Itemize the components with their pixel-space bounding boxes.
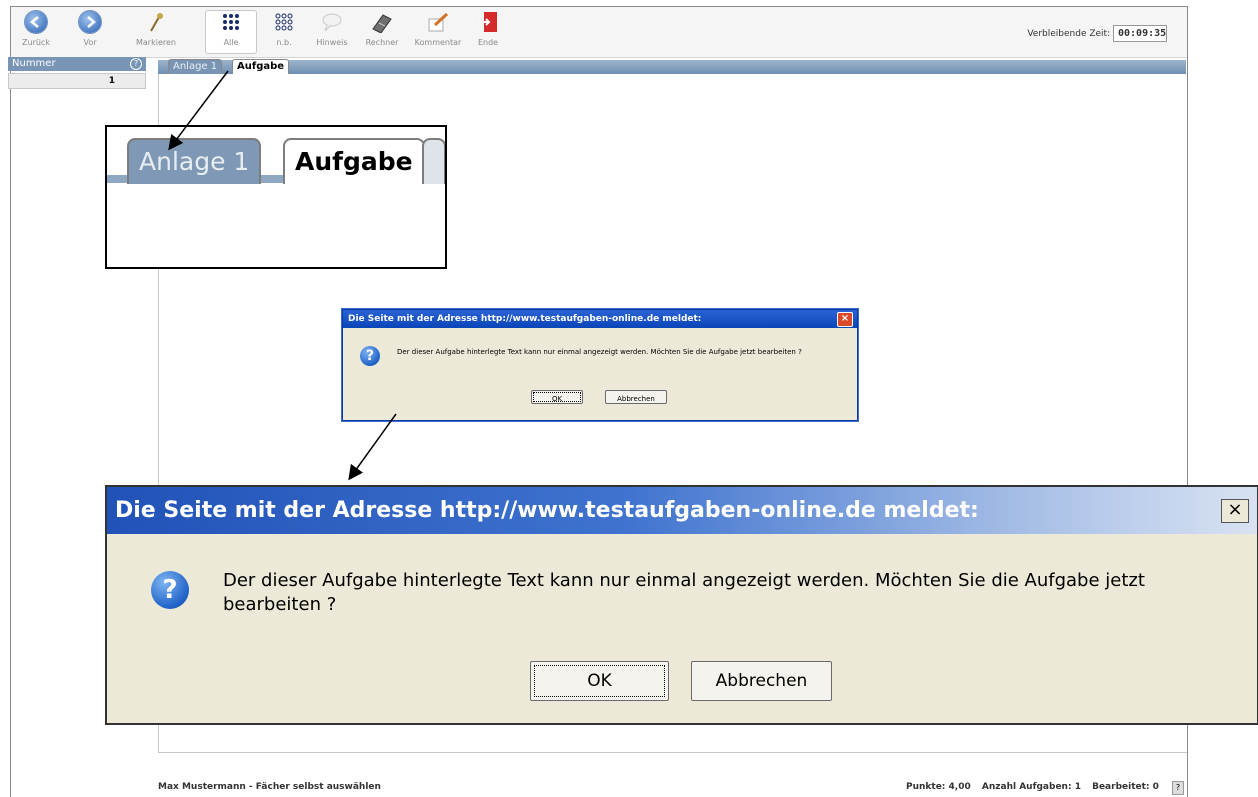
calculator-button[interactable]: Rechner xyxy=(357,11,407,55)
grid-dots-icon xyxy=(220,11,242,33)
exit-door-icon xyxy=(477,11,499,33)
dialog-title-bar: Die Seite mit der Adresse http://www.tes… xyxy=(343,310,857,328)
mark-button[interactable]: Markieren xyxy=(131,11,181,55)
cancel-button[interactable]: Abbrechen xyxy=(605,390,667,404)
ok-button[interactable]: OK xyxy=(531,390,583,404)
footer-help-icon[interactable]: ? xyxy=(1172,781,1184,795)
zoom-dialog-title: Die Seite mit der Adresse http://www.tes… xyxy=(107,487,1257,534)
forward-button[interactable]: Vor xyxy=(65,11,115,55)
tab-aufgabe[interactable]: Aufgabe xyxy=(232,59,290,74)
dialog-message: Der dieser Aufgabe hinterlegte Text kann… xyxy=(397,348,802,356)
question-icon: ? xyxy=(360,346,380,366)
zoom-tab-partial xyxy=(422,138,445,184)
confirm-dialog-zoom-callout: Die Seite mit der Adresse http://www.tes… xyxy=(105,485,1258,725)
hint-button[interactable]: Hinweis xyxy=(307,11,357,55)
zoom-ok-button: OK xyxy=(530,661,669,701)
back-label: Zurück xyxy=(22,38,50,47)
mark-label: Markieren xyxy=(136,38,176,47)
confirm-dialog: Die Seite mit der Adresse http://www.tes… xyxy=(342,309,858,421)
task-count-text: Anzahl Aufgaben: 1 xyxy=(981,782,1081,792)
zoom-cancel-button: Abbrechen xyxy=(691,661,832,701)
pin-icon xyxy=(145,11,167,33)
dialog-title: Die Seite mit der Adresse http://www.tes… xyxy=(348,314,702,324)
end-label: Ende xyxy=(477,38,499,47)
comment-label: Kommentar xyxy=(414,38,462,47)
zoom-dialog-message: Der dieser Aufgabe hinterlegte Text kann… xyxy=(223,570,1145,615)
question-number-panel: Nummer ? 1 xyxy=(8,57,146,89)
paper-pencil-icon xyxy=(427,11,449,33)
zoom-close-icon: × xyxy=(1221,499,1249,523)
zoom-tab-anlage-1: Anlage 1 xyxy=(127,138,262,184)
end-button[interactable]: Ende xyxy=(463,11,513,55)
calculator-icon xyxy=(371,11,393,34)
speech-bubble-icon xyxy=(321,11,343,33)
points-text: Punkte: 4,00 xyxy=(906,782,971,792)
tab-strip: Anlage 1 Aufgabe xyxy=(158,59,1186,74)
help-icon[interactable]: ? xyxy=(130,58,142,70)
nb-button[interactable]: n.b. xyxy=(259,11,309,55)
zoom-tab-aufgabe: Aufgabe xyxy=(283,138,425,184)
arrow-left-icon xyxy=(25,11,47,33)
tab-anlage-1[interactable]: Anlage 1 xyxy=(168,59,223,74)
dialog-close-button[interactable]: × xyxy=(837,312,853,327)
toolbar: Zurück Vor Markieren Alle n.b. Hinweis R… xyxy=(11,7,1187,58)
question-row[interactable]: 1 xyxy=(8,73,146,89)
all-label: Alle xyxy=(223,38,239,47)
remaining-time: Verbleibende Zeit: 00:09:35 xyxy=(1027,25,1167,42)
timer-value: 00:09:35 xyxy=(1113,25,1167,42)
back-button[interactable]: Zurück xyxy=(11,11,61,55)
tabs-zoom-callout: Anlage 1 Aufgabe xyxy=(105,125,447,269)
hint-label: Hinweis xyxy=(316,38,348,47)
timer-label: Verbleibende Zeit: xyxy=(1027,29,1111,39)
nb-label: n.b. xyxy=(276,38,292,47)
all-button[interactable]: Alle xyxy=(205,10,257,54)
comment-button[interactable]: Kommentar xyxy=(413,11,463,55)
zoom-question-icon: ? xyxy=(151,571,189,609)
number-column-header: Nummer ? xyxy=(8,57,146,71)
score-summary: Punkte: 4,00 Anzahl Aufgaben: 1 Bearbeit… xyxy=(906,782,1167,792)
edited-count-text: Bearbeitet: 0 xyxy=(1092,782,1159,792)
arrow-right-icon xyxy=(79,11,101,33)
calculator-label: Rechner xyxy=(365,38,399,47)
forward-label: Vor xyxy=(83,38,97,47)
grid-dots-outline-icon xyxy=(273,11,295,33)
number-header-label: Nummer xyxy=(12,58,56,69)
user-info: Max Mustermann - Fächer selbst auswählen xyxy=(158,782,381,792)
